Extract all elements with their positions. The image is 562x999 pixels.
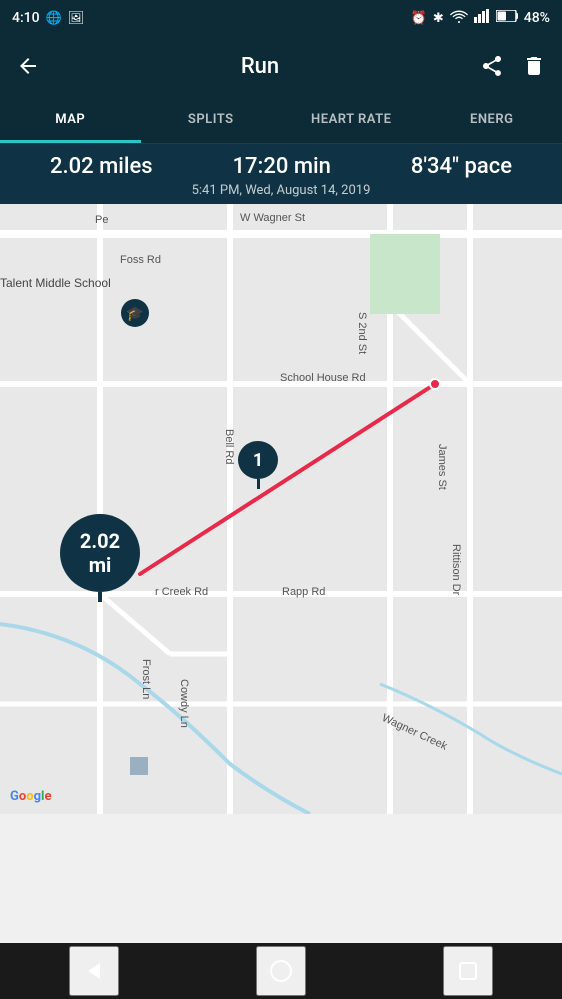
- road-label-cowdy: Cowdy Ln: [178, 679, 190, 728]
- stats-row: 2.02 miles 17:20 min 8'34" pace: [0, 154, 562, 179]
- page-title: Run: [241, 54, 279, 79]
- road-label-pe: Pe: [95, 214, 108, 226]
- duration-stat: 17:20 min: [233, 154, 331, 179]
- status-left: 4:10 🌐 🖼: [12, 10, 84, 26]
- duration-value: 17:20 min: [233, 154, 331, 179]
- road-label-s2nd: S 2nd St: [356, 312, 368, 354]
- road-label-wagner: W Wagner St: [240, 212, 305, 224]
- start-dot: [429, 378, 441, 390]
- tab-energy[interactable]: ENERG: [422, 96, 562, 143]
- battery-icon: [496, 10, 518, 26]
- bottom-nav: [0, 943, 562, 999]
- waypoint-tail: [257, 479, 260, 489]
- stats-bar: 2.02 miles 17:20 min 8'34" pace 5:41 PM,…: [0, 144, 562, 204]
- road-label-rittison: Rittison Dr: [450, 544, 462, 595]
- end-value: 2.02: [80, 529, 120, 553]
- end-tail: [98, 592, 102, 602]
- waypoint-1: 1: [238, 441, 278, 489]
- pace-value: 8'34" pace: [411, 154, 512, 179]
- google-logo: Google: [10, 789, 51, 804]
- tab-heart-rate[interactable]: HEART RATE: [281, 96, 422, 143]
- road-label-schoolhouse: School House Rd: [280, 372, 366, 384]
- road-label-james: James St: [436, 444, 448, 490]
- tab-map[interactable]: MAP: [0, 96, 141, 143]
- road-label-creek-rd: r Creek Rd: [155, 586, 208, 598]
- wifi-icon: [450, 9, 468, 27]
- map-svg: [0, 204, 562, 814]
- school-pin-icon: 🎓: [120, 299, 150, 334]
- nav-home-button[interactable]: [256, 946, 306, 996]
- nav-back-button[interactable]: [69, 946, 119, 996]
- tab-bar: MAP SPLITS HEART RATE ENERG: [0, 96, 562, 144]
- image-icon: 🖼: [68, 11, 85, 26]
- nav-recent-button[interactable]: [443, 946, 493, 996]
- distance-stat: 2.02 miles: [50, 154, 153, 179]
- road-label-foss: Foss Rd: [120, 254, 161, 266]
- back-button[interactable]: [16, 54, 40, 78]
- road-label-frost: Frost Ln: [140, 659, 152, 699]
- sim-icon: 🌐: [46, 11, 62, 26]
- signal-icon: [474, 9, 490, 27]
- road-label-bell: Bell Rd: [223, 429, 235, 464]
- status-time: 4:10: [12, 10, 40, 26]
- alarm-icon: ⏰: [411, 11, 427, 26]
- status-right: ⏰ ✱ 48%: [411, 9, 550, 27]
- share-button[interactable]: [480, 54, 504, 78]
- map-container[interactable]: Pe Foss Rd W Wagner St S 2nd St School H…: [0, 204, 562, 814]
- end-marker: 2.02 mi: [60, 514, 140, 602]
- delete-button[interactable]: [522, 54, 546, 78]
- pace-stat: 8'34" pace: [411, 154, 512, 179]
- tab-splits[interactable]: SPLITS: [141, 96, 282, 143]
- status-bar: 4:10 🌐 🖼 ⏰ ✱ 48%: [0, 0, 562, 36]
- header-actions: [480, 54, 546, 78]
- battery-percent: 48%: [524, 10, 550, 26]
- road-label-rapp: Rapp Rd: [282, 586, 325, 598]
- waypoint-circle: 1: [238, 441, 278, 479]
- end-circle: 2.02 mi: [60, 514, 140, 592]
- distance-value: 2.02 miles: [50, 154, 153, 179]
- run-date: 5:41 PM, Wed, August 14, 2019: [0, 183, 562, 198]
- end-unit: mi: [89, 553, 112, 577]
- header: Run: [0, 36, 562, 96]
- school-label: Talent Middle School: [0, 276, 111, 290]
- bluetooth-icon: ✱: [433, 11, 444, 26]
